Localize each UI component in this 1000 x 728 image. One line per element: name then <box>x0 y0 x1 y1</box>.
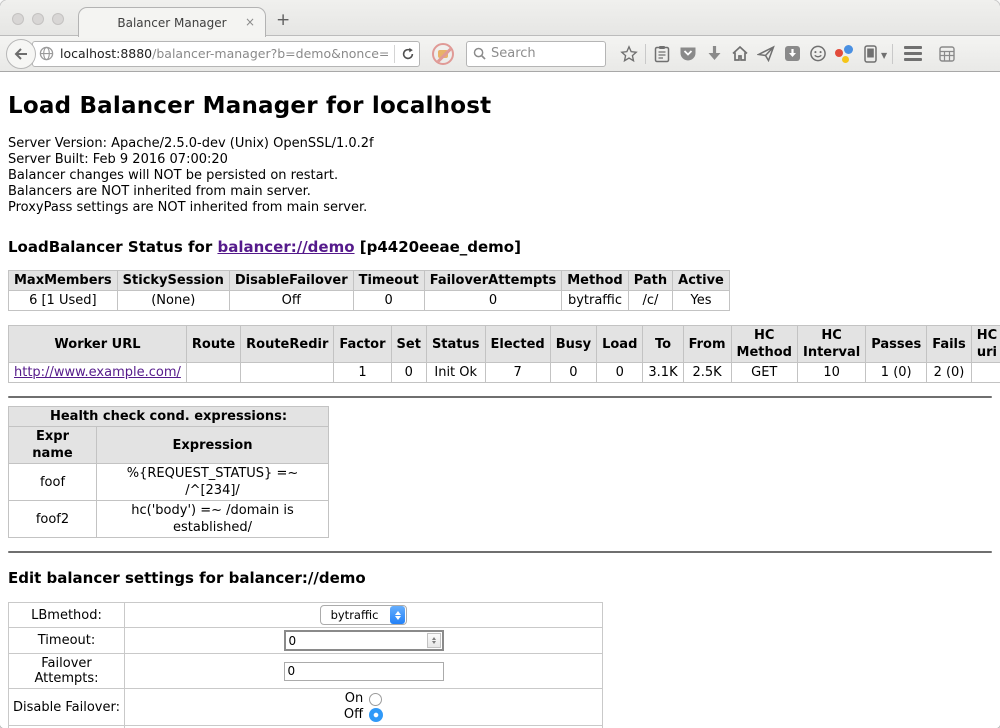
tab-bar: Balancer Manager × + <box>0 0 1000 36</box>
globe-icon <box>39 46 54 61</box>
lbmethod-selected-value: bytraffic <box>331 608 391 622</box>
url-path: /balancer-manager?b=demo&nonce=decc37be-… <box>152 46 388 61</box>
disable-failover-label: Disable Failover: <box>9 689 125 726</box>
edit-settings-heading: Edit balancer settings for balancer://de… <box>8 569 992 587</box>
tab-title: Balancer Manager <box>117 16 226 30</box>
save-page-icon[interactable] <box>779 41 805 67</box>
address-text[interactable]: localhost:8880/balancer-manager?b=demo&n… <box>60 46 388 61</box>
radio-off[interactable] <box>369 708 383 722</box>
inherit-warning-line: Balancers are NOT inherited from main se… <box>8 184 992 200</box>
downloads-icon[interactable] <box>701 41 727 67</box>
persist-warning-line: Balancer changes will NOT be persisted o… <box>8 168 992 184</box>
new-tab-button[interactable]: + <box>276 10 290 30</box>
reload-icon <box>401 47 415 61</box>
timeout-input-wrap <box>284 630 444 651</box>
back-icon <box>14 48 28 60</box>
reload-button[interactable] <box>401 47 415 61</box>
dropdown-caret-icon[interactable]: ▼ <box>881 51 887 60</box>
disable-failover-row: Disable Failover: On Off <box>9 689 603 726</box>
timeout-row: Timeout: <box>9 628 603 654</box>
table-header-row: Worker URL Route RouteRedir Factor Set S… <box>9 326 1000 363</box>
lbmethod-row: LBmethod: bytraffic <box>9 603 603 628</box>
toolbar-divider <box>645 44 646 64</box>
pocket-icon[interactable] <box>675 41 701 67</box>
lbmethod-select[interactable]: bytraffic <box>320 605 408 625</box>
table-row: foof2 hc('body') =~ /domain is establish… <box>9 501 329 538</box>
search-input[interactable] <box>491 46 599 61</box>
server-version-line: Server Version: Apache/2.5.0-dev (Unix) … <box>8 136 992 152</box>
search-icon <box>473 47 486 60</box>
failover-attempts-label: Failover Attempts: <box>9 654 125 689</box>
zoom-window-button[interactable] <box>52 13 64 25</box>
window-controls[interactable] <box>12 13 64 25</box>
worker-row: http://www.example.com/ 1 0 Init Ok 7 0 … <box>9 363 1000 383</box>
radio-on[interactable] <box>369 693 382 706</box>
radio-on-label: On <box>345 691 363 707</box>
chat-smiley-icon[interactable] <box>805 41 831 67</box>
proxypass-warning-line: ProxyPass settings are NOT inherited fro… <box>8 200 992 216</box>
search-bar[interactable] <box>466 41 606 67</box>
minimize-window-button[interactable] <box>32 13 44 25</box>
content-block-icon[interactable] <box>432 43 454 65</box>
navigation-toolbar: localhost:8880/balancer-manager?b=demo&n… <box>0 36 1000 72</box>
hello-dots-icon[interactable] <box>831 41 857 67</box>
back-button[interactable] <box>6 39 36 69</box>
browser-window: Balancer Manager × + localhost:8880/bala… <box>0 0 1000 728</box>
failover-attempts-input[interactable] <box>284 662 444 681</box>
balancer-demo-link[interactable]: balancer://demo <box>217 238 354 256</box>
close-window-button[interactable] <box>12 13 24 25</box>
table-row: foof %{REQUEST_STATUS} =~ /^[234]/ <box>9 464 329 501</box>
table-title-row: Health check cond. expressions: <box>9 407 329 427</box>
failover-attempts-row: Failover Attempts: <box>9 654 603 689</box>
device-icon[interactable] <box>857 41 883 67</box>
page-title: Load Balancer Manager for localhost <box>8 93 992 119</box>
section-divider <box>8 551 992 553</box>
apps-grid-icon[interactable] <box>934 41 960 67</box>
urlbar-divider <box>394 45 395 63</box>
timeout-input[interactable] <box>286 632 426 649</box>
table-header-row: Expr name Expression <box>9 427 329 464</box>
page-content: Load Balancer Manager for localhost Serv… <box>0 72 1000 728</box>
url-bar[interactable]: localhost:8880/balancer-manager?b=demo&n… <box>32 41 420 67</box>
tab-balancer-manager[interactable]: Balancer Manager × <box>78 7 266 37</box>
radio-off-label: Off <box>344 707 363 723</box>
status-heading: LoadBalancer Status for balancer://demo … <box>8 238 992 256</box>
worker-url-link[interactable]: http://www.example.com/ <box>14 365 181 380</box>
send-icon[interactable] <box>753 41 779 67</box>
home-icon[interactable] <box>727 41 753 67</box>
section-divider <box>8 396 992 398</box>
timeout-label: Timeout: <box>9 628 125 654</box>
table-header-row: MaxMembers StickySession DisableFailover… <box>9 271 730 291</box>
balancer-status-table: MaxMembers StickySession DisableFailover… <box>8 270 730 311</box>
select-caret-icon <box>390 606 405 624</box>
health-check-table: Health check cond. expressions: Expr nam… <box>8 406 329 538</box>
clipboard-icon[interactable] <box>649 41 675 67</box>
number-spinner[interactable] <box>427 633 441 648</box>
table-row: 6 [1 Used] (None) Off 0 0 bytraffic /c/ … <box>9 291 730 311</box>
bookmark-star-icon[interactable] <box>616 41 642 67</box>
menu-icon[interactable] <box>900 41 926 67</box>
worker-table: Worker URL Route RouteRedir Factor Set S… <box>8 325 1000 383</box>
edit-settings-form: LBmethod: bytraffic Timeout: <box>8 602 603 728</box>
lbmethod-label: LBmethod: <box>9 603 125 628</box>
tab-close-icon[interactable]: × <box>245 15 255 29</box>
server-built-line: Server Built: Feb 9 2016 07:00:20 <box>8 152 992 168</box>
url-domain: localhost:8880 <box>60 46 152 61</box>
toolbar-divider <box>892 44 893 64</box>
server-info: Server Version: Apache/2.5.0-dev (Unix) … <box>8 136 992 216</box>
